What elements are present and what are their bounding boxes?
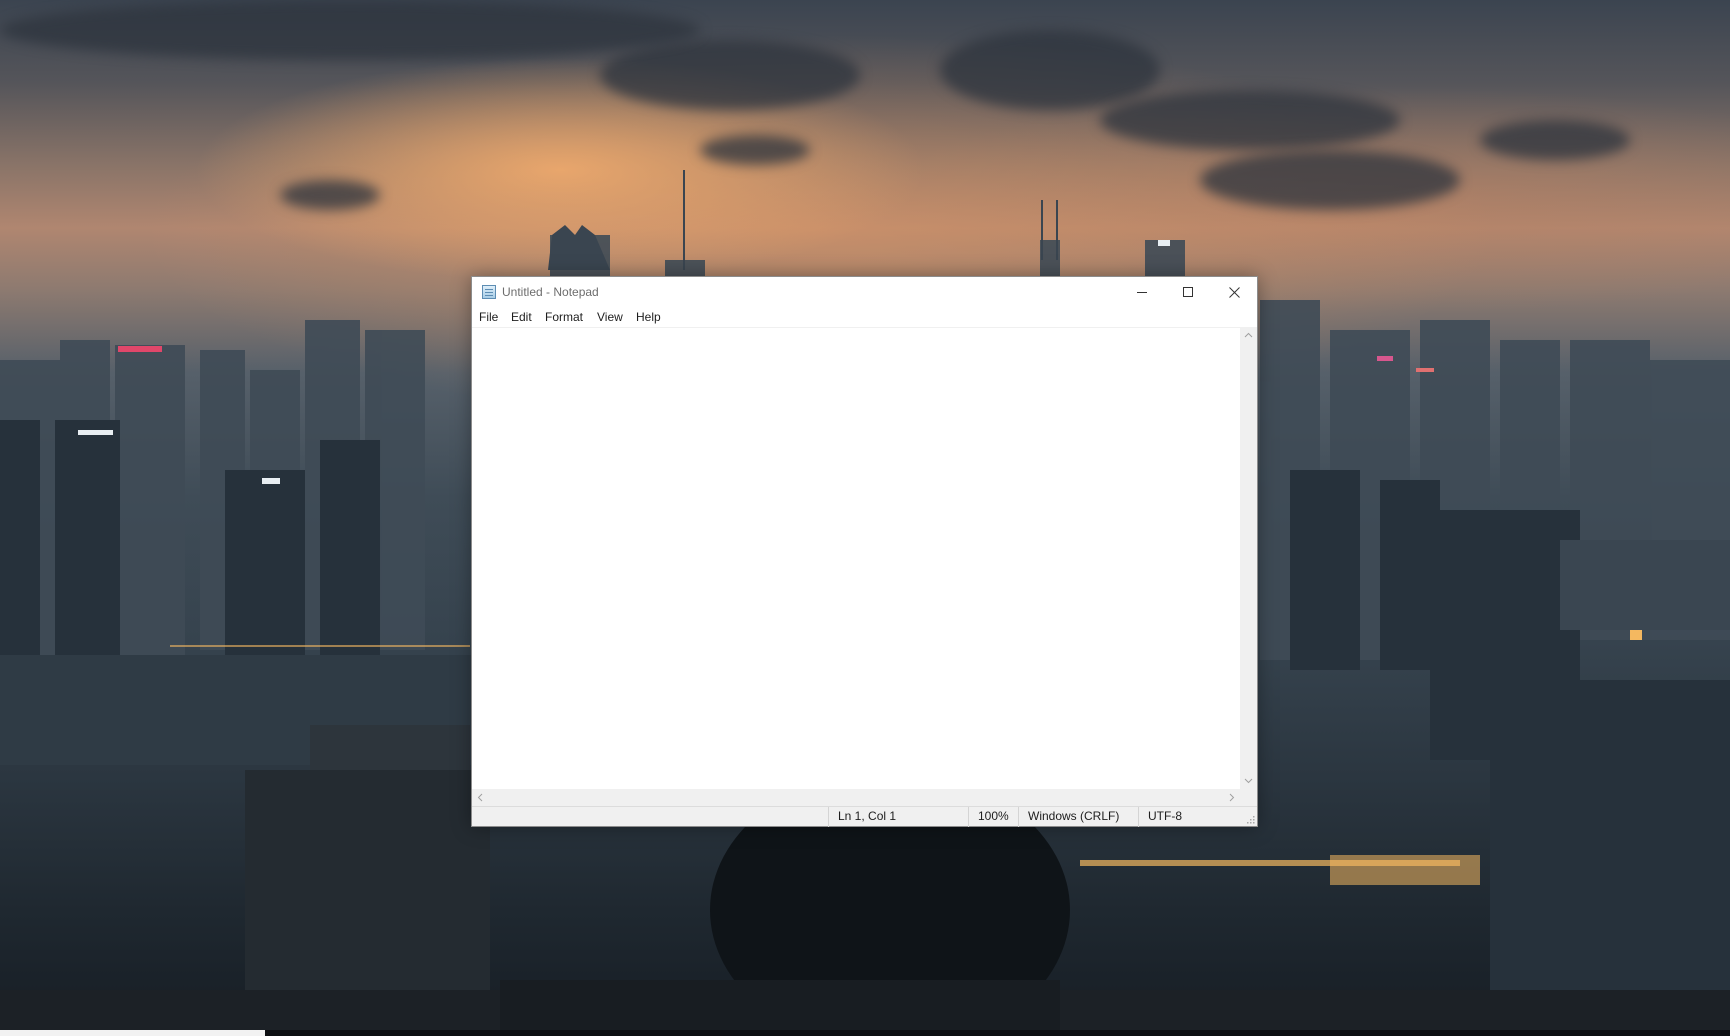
notepad-window[interactable]: Untitled - Notepad File Edit Format View… — [471, 276, 1258, 827]
taskbar-segment — [0, 1030, 265, 1036]
scroll-down-arrow-icon[interactable] — [1244, 776, 1253, 785]
close-button[interactable] — [1211, 277, 1257, 307]
text-editor-area[interactable] — [472, 327, 1240, 789]
horizontal-scrollbar[interactable] — [472, 789, 1240, 806]
status-cursor-position: Ln 1, Col 1 — [828, 807, 968, 827]
close-icon — [1228, 286, 1240, 298]
menu-file[interactable]: File — [479, 310, 498, 324]
status-line-ending: Windows (CRLF) — [1018, 807, 1138, 827]
scrollbar-corner — [1240, 789, 1257, 806]
window-title: Untitled - Notepad — [502, 285, 599, 299]
status-encoding: UTF-8 — [1138, 807, 1257, 827]
menu-help[interactable]: Help — [636, 310, 661, 324]
scroll-left-arrow-icon[interactable] — [476, 793, 485, 802]
vertical-scrollbar[interactable] — [1240, 327, 1257, 789]
resize-grip-icon[interactable] — [1245, 814, 1255, 824]
maximize-icon — [1183, 287, 1193, 297]
notepad-icon — [482, 285, 496, 299]
minimize-button[interactable] — [1119, 277, 1165, 307]
minimize-icon — [1137, 292, 1147, 293]
menu-view[interactable]: View — [597, 310, 623, 324]
menu-edit[interactable]: Edit — [511, 310, 532, 324]
status-zoom: 100% — [968, 807, 1018, 827]
menu-format[interactable]: Format — [545, 310, 583, 324]
title-bar[interactable]: Untitled - Notepad — [472, 277, 1257, 307]
maximize-button[interactable] — [1165, 277, 1211, 307]
taskbar-edge — [0, 1030, 1730, 1036]
scroll-up-arrow-icon[interactable] — [1244, 331, 1253, 340]
scroll-right-arrow-icon[interactable] — [1227, 793, 1236, 802]
status-bar: Ln 1, Col 1 100% Windows (CRLF) UTF-8 — [472, 806, 1257, 827]
menu-bar: File Edit Format View Help — [472, 307, 1257, 327]
